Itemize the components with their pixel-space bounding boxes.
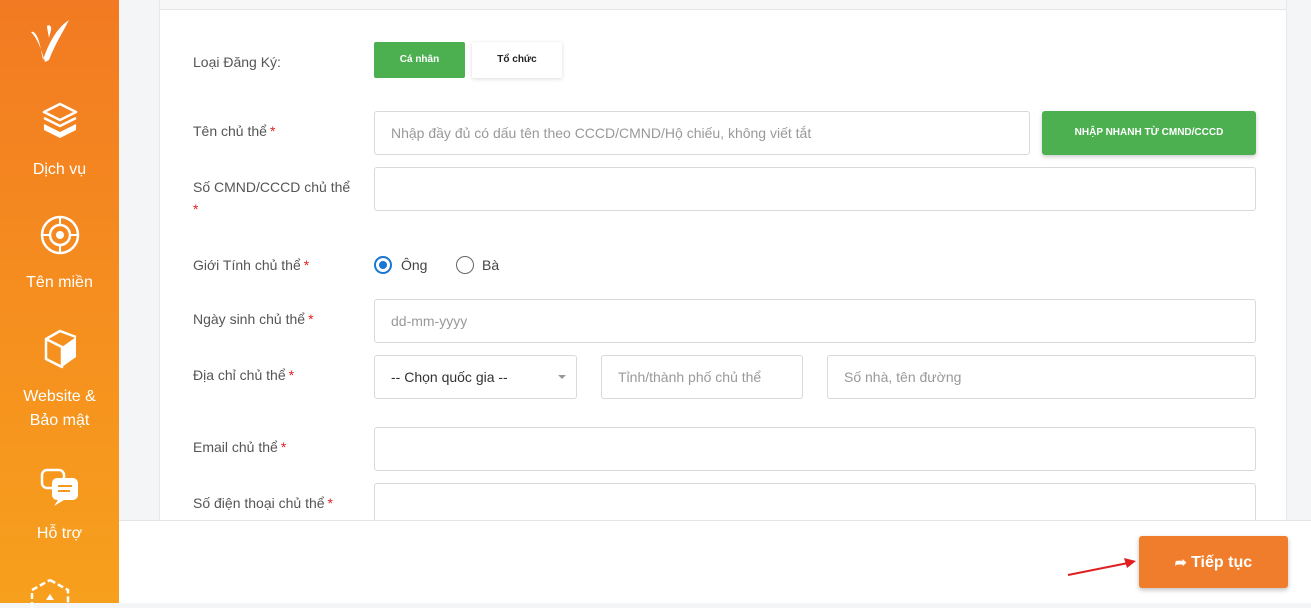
- individual-option-button[interactable]: Cá nhân: [374, 42, 465, 78]
- chevron-down-icon: [558, 375, 566, 379]
- main-area: Loại Đăng Ký: Cá nhân Tổ chức Tên chủ th…: [119, 0, 1311, 603]
- country-select[interactable]: -- Chọn quốc gia --: [374, 355, 577, 399]
- book-shield-icon: [44, 329, 76, 369]
- sidebar-item-domains[interactable]: Tên miền: [0, 213, 119, 295]
- brand-logo[interactable]: [27, 16, 71, 64]
- sidebar-item-services[interactable]: Dịch vụ: [0, 100, 119, 182]
- sidebar-item-label: Hỗ trợ: [36, 525, 83, 542]
- sidebar-item-label: Tên miền: [26, 274, 93, 291]
- organization-option-button[interactable]: Tổ chức: [472, 42, 562, 78]
- gender-male-label: Ông: [401, 257, 428, 273]
- sidebar-item-support[interactable]: Hỗ trợ: [0, 464, 119, 546]
- continue-button-label: Tiếp tục: [1191, 554, 1253, 571]
- city-input[interactable]: Tỉnh/thành phố chủ thể: [601, 355, 803, 399]
- phone-label: Số điện thoại chủ thể *: [193, 495, 333, 511]
- owner-name-label: Tên chủ thể *: [193, 123, 276, 139]
- pointer-arrow-annotation: [1067, 558, 1136, 576]
- birthdate-input[interactable]: dd-mm-yyyy: [374, 299, 1256, 343]
- share-arrow-icon: ➦: [1174, 554, 1187, 570]
- globe-icon: [40, 215, 79, 255]
- street-input[interactable]: Số nhà, tên đường: [827, 355, 1256, 399]
- quick-fill-id-button[interactable]: NHẬP NHANH TỪ CMND/CCCD: [1042, 111, 1256, 155]
- id-number-label: Số CMND/CCCD chủ thể *: [193, 179, 351, 217]
- registration-form-card: Loại Đăng Ký: Cá nhân Tổ chức Tên chủ th…: [159, 0, 1287, 520]
- owner-name-input[interactable]: Nhập đầy đủ có dấu tên theo CCCD/CMND/Hộ…: [374, 111, 1030, 155]
- partial-nav-icon: [30, 578, 70, 608]
- country-select-value: -- Chọn quốc gia --: [391, 369, 508, 385]
- sidebar-item-website-security[interactable]: Website & Bảo mật: [0, 327, 119, 433]
- gender-male-radio[interactable]: [374, 256, 392, 274]
- registration-type-label: Loại Đăng Ký:: [193, 54, 281, 70]
- continue-button[interactable]: ➦ Tiếp tục: [1139, 536, 1288, 588]
- gender-female-label: Bà: [482, 257, 500, 273]
- sidebar-item-label: Dịch vụ: [32, 161, 87, 178]
- id-number-input[interactable]: [374, 167, 1256, 211]
- address-label: Địa chỉ chủ thể *: [193, 367, 295, 383]
- layers-icon: [42, 102, 77, 138]
- email-label: Email chủ thể *: [193, 439, 287, 455]
- sidebar-item-label-line2: Bảo mật: [29, 412, 90, 429]
- gender-female-radio[interactable]: [456, 256, 474, 274]
- sidebar: Dịch vụ Tên miền Website & Bảo mật Hỗ tr…: [0, 0, 119, 608]
- gender-label: Giới Tính chủ thể *: [193, 257, 310, 273]
- email-input[interactable]: [374, 427, 1256, 471]
- phone-input[interactable]: [374, 483, 1256, 520]
- card-header-strip: [160, 0, 1286, 10]
- sidebar-item-label-line1: Website &: [23, 388, 96, 405]
- chat-icon: [40, 468, 78, 506]
- birthdate-label: Ngày sinh chủ thể *: [193, 311, 314, 327]
